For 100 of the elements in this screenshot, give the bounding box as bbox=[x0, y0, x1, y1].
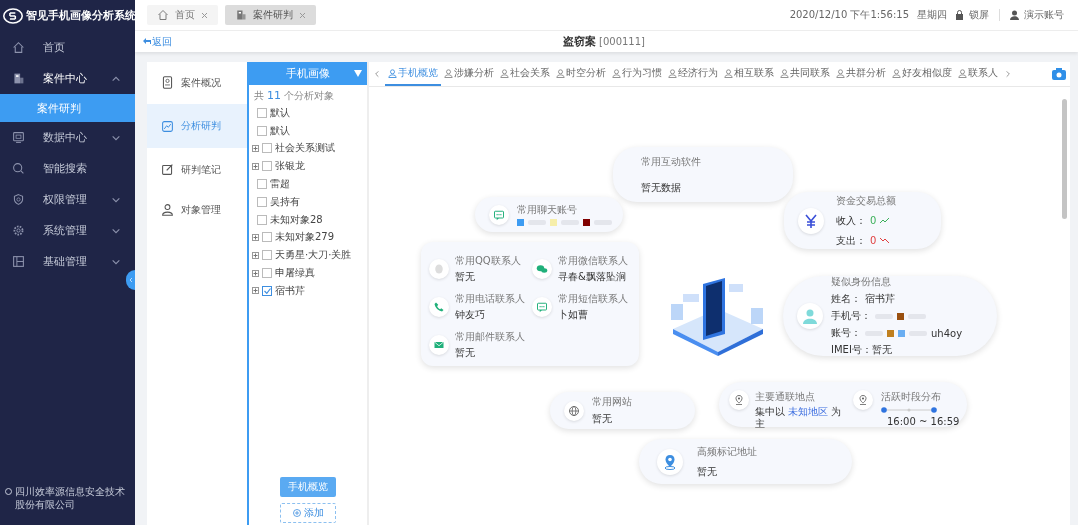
plus-circle-icon bbox=[292, 509, 301, 517]
card-title: 疑似身份信息 bbox=[831, 275, 892, 289]
card-value: 暂无数据 bbox=[641, 180, 682, 195]
card-title: 常用互动软件 bbox=[641, 154, 701, 169]
scroll-left-icon[interactable] bbox=[373, 70, 381, 78]
page-tab[interactable]: 首页 bbox=[147, 5, 218, 25]
checkbox[interactable] bbox=[262, 232, 272, 243]
object-name[interactable]: 宿书芹 bbox=[275, 283, 305, 298]
checkbox[interactable] bbox=[257, 179, 267, 190]
analysis-tab[interactable]: 好友相似度 bbox=[889, 62, 955, 86]
analysis-tab[interactable]: 相互联系 bbox=[721, 62, 777, 86]
phone-icon bbox=[433, 301, 445, 313]
analysis-tab[interactable]: 时空分析 bbox=[553, 62, 609, 86]
checkbox[interactable] bbox=[257, 107, 267, 118]
menu-item[interactable]: 案件中心 bbox=[0, 63, 135, 94]
object-name[interactable]: 吴持有 bbox=[270, 194, 300, 209]
object-name[interactable]: 天勇星·大刀·关胜 bbox=[275, 248, 352, 263]
checkbox[interactable] bbox=[257, 125, 267, 136]
analysis-tab[interactable]: 涉嫌分析 bbox=[441, 62, 497, 86]
company-name: 四川效率源信息安全技术股份有限公司 bbox=[15, 485, 126, 511]
object-name[interactable]: 社会关系测试 bbox=[275, 141, 335, 156]
expand-icon[interactable] bbox=[252, 251, 259, 259]
analysis-tab[interactable]: 行为习惯 bbox=[609, 62, 665, 86]
object-name[interactable]: 未知对象279 bbox=[275, 230, 335, 245]
menu-item[interactable]: 智能搜索 bbox=[0, 153, 135, 184]
card-title: 常用网站 bbox=[592, 395, 632, 409]
scrollbar[interactable] bbox=[1062, 99, 1067, 219]
menu-item[interactable]: 权限管理 bbox=[0, 184, 135, 215]
checkbox[interactable] bbox=[262, 268, 272, 279]
menu-item[interactable]: 系统管理 bbox=[0, 215, 135, 246]
expand-icon[interactable] bbox=[252, 162, 259, 170]
card-value: 暂无 bbox=[697, 464, 718, 479]
account-value: uh4oy bbox=[931, 327, 963, 339]
message-icon bbox=[536, 301, 548, 313]
card-title: 活跃时段分布 bbox=[881, 390, 942, 404]
object-name[interactable]: 申屠绿真 bbox=[275, 266, 315, 281]
location-text: 集中以 未知地区 为主 bbox=[755, 406, 843, 430]
checkbox[interactable] bbox=[262, 250, 272, 261]
menu-item[interactable]: 数据中心 bbox=[0, 122, 135, 153]
expand-icon[interactable] bbox=[252, 287, 259, 295]
analysis-tab[interactable]: 经济行为 bbox=[665, 62, 721, 86]
panel-icon bbox=[12, 255, 25, 268]
add-button[interactable]: 添加 bbox=[280, 503, 336, 523]
back-arrow-icon bbox=[143, 38, 151, 45]
checkbox[interactable] bbox=[257, 196, 267, 207]
count-prefix: 共 bbox=[254, 89, 264, 103]
user-icon bbox=[500, 68, 509, 78]
case-nav-item[interactable]: 研判笔记 bbox=[147, 151, 247, 188]
globe-icon bbox=[568, 404, 580, 417]
time-range: 16:00 ~ 16:59 bbox=[887, 416, 960, 427]
expense-value: 0 bbox=[870, 235, 877, 246]
checkbox[interactable] bbox=[262, 161, 272, 172]
page-tab[interactable]: 案件研判 bbox=[225, 5, 316, 25]
user-icon bbox=[958, 68, 967, 78]
user-account[interactable]: 演示账号 bbox=[1010, 8, 1064, 22]
trend-down-icon bbox=[880, 237, 891, 244]
contact-name: 钟友巧 bbox=[455, 308, 486, 322]
user-icon bbox=[444, 68, 453, 78]
checkbox[interactable] bbox=[257, 214, 267, 225]
analysis-tab[interactable]: 联系人 bbox=[955, 62, 1001, 86]
menu-item[interactable]: 基础管理 bbox=[0, 246, 135, 277]
analysis-tab[interactable]: 共同联系 bbox=[777, 62, 833, 86]
user-icon bbox=[724, 68, 733, 78]
back-link[interactable]: 返回 bbox=[143, 34, 563, 49]
checkbox[interactable] bbox=[262, 285, 272, 296]
close-icon[interactable] bbox=[201, 11, 208, 19]
case-nav-item[interactable]: 对象管理 bbox=[147, 191, 247, 228]
analysis-tab[interactable]: 共群分析 bbox=[833, 62, 889, 86]
contact-name: 暂无 bbox=[455, 270, 476, 284]
expand-icon[interactable] bbox=[252, 269, 259, 277]
checkbox[interactable] bbox=[262, 143, 272, 154]
object-name[interactable]: 张银龙 bbox=[275, 159, 305, 174]
trend-up-icon bbox=[880, 217, 891, 224]
card-value: 暂无 bbox=[592, 412, 613, 426]
object-name[interactable]: 未知对象28 bbox=[270, 212, 323, 227]
close-icon[interactable] bbox=[299, 11, 306, 19]
lock-screen-button[interactable]: 锁屏 bbox=[955, 8, 989, 22]
case-id: [000111] bbox=[599, 36, 645, 47]
object-name[interactable]: 默认 bbox=[270, 105, 290, 120]
collapse-handle[interactable] bbox=[126, 270, 135, 290]
camera-icon[interactable] bbox=[1052, 68, 1066, 80]
user-icon bbox=[780, 68, 789, 78]
case-nav-item[interactable]: 案件概况 bbox=[147, 64, 247, 101]
analysis-tab[interactable]: 社会关系 bbox=[497, 62, 553, 86]
expand-icon[interactable] bbox=[252, 145, 259, 152]
expand-icon[interactable] bbox=[252, 233, 259, 241]
contact-type: 常用短信联系人 bbox=[558, 292, 628, 306]
user-icon bbox=[556, 68, 565, 78]
place-link[interactable]: 未知地区 bbox=[788, 406, 829, 417]
menu-item[interactable]: 首页 bbox=[0, 32, 135, 63]
user-icon bbox=[388, 68, 397, 78]
id-card-icon bbox=[161, 76, 174, 89]
logo-icon bbox=[3, 8, 23, 24]
mail-icon bbox=[433, 339, 445, 351]
name-label: 姓名： bbox=[831, 292, 861, 306]
object-name[interactable]: 默认 bbox=[270, 123, 290, 138]
object-name[interactable]: 雷超 bbox=[270, 177, 290, 192]
pin-icon bbox=[733, 394, 745, 406]
scroll-right-icon[interactable] bbox=[1004, 70, 1012, 78]
company-logo-icon bbox=[5, 488, 12, 495]
